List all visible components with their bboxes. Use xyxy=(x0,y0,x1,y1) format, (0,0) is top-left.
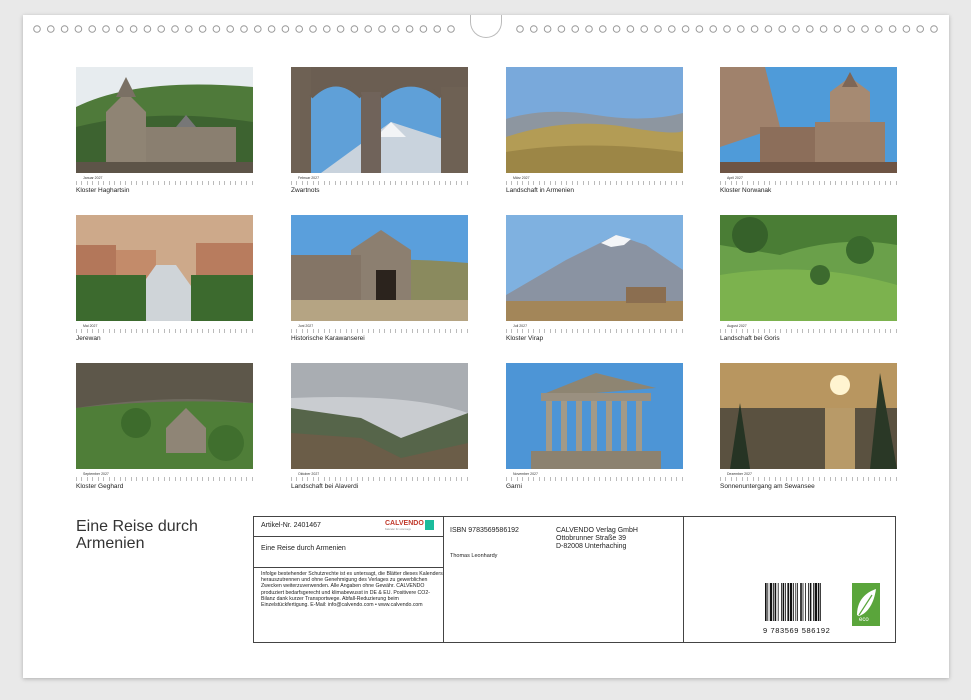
month-label: Dezember 2027 xyxy=(727,472,752,476)
date-strip: Dezember 2027 xyxy=(720,471,897,481)
photo-caption: Jerewan xyxy=(76,335,101,342)
date-strip: Mai 2027 xyxy=(76,323,253,333)
article-number: Artikel-Nr. 2401467 xyxy=(261,522,321,529)
month-photo xyxy=(76,67,253,173)
month-page: September 2027 Kloster Geghard xyxy=(76,363,253,490)
month-page: Mai 2027 Jerewan xyxy=(76,215,253,342)
photo-caption: Garni xyxy=(506,483,522,490)
month-photo xyxy=(76,363,253,469)
day-ticks xyxy=(506,477,683,481)
day-ticks xyxy=(720,329,897,333)
month-page: Juni 2027 Historische Karawanserei xyxy=(291,215,468,342)
photo-caption: Landschaft bei Alaverdi xyxy=(291,483,359,490)
month-photo xyxy=(506,215,683,321)
product-info-box: Artikel-Nr. 2401467 CALVENDO Kalender fü… xyxy=(253,516,896,643)
publisher-city: D-82008 Unterhaching xyxy=(556,543,627,550)
legal-text: Infolge bestehender Schutzrechte ist es … xyxy=(261,571,443,609)
month-page: März 2027 Landschaft in Armenien xyxy=(506,67,683,194)
month-label: April 2027 xyxy=(727,176,743,180)
month-photo xyxy=(76,215,253,321)
day-ticks xyxy=(720,181,897,185)
month-page: April 2027 Kloster Norwanak xyxy=(720,67,897,194)
date-strip: August 2027 xyxy=(720,323,897,333)
month-label: Januar 2027 xyxy=(83,176,103,180)
date-strip: November 2027 xyxy=(506,471,683,481)
date-strip: Juni 2027 xyxy=(291,323,468,333)
author: Thomas Leonhardy xyxy=(450,553,498,559)
month-page: November 2027 Garni xyxy=(506,363,683,490)
eco-badge: eco xyxy=(852,583,880,626)
info-column-left: Artikel-Nr. 2401467 CALVENDO Kalender fü… xyxy=(254,517,444,642)
photo-caption: Kloster Geghard xyxy=(76,483,124,490)
title-line-1: Eine Reise durch xyxy=(76,518,198,535)
month-label: Juli 2027 xyxy=(513,324,528,328)
info-column-middle: ISBN 9783569586192 Thomas Leonhardy CALV… xyxy=(443,517,684,642)
month-photo xyxy=(720,363,897,469)
month-page: Februar 2027 Zwartnots xyxy=(291,67,468,194)
day-ticks xyxy=(76,477,253,481)
date-strip: Januar 2027 xyxy=(76,175,253,185)
month-photo xyxy=(506,67,683,173)
day-ticks xyxy=(291,477,468,481)
day-ticks xyxy=(76,181,253,185)
month-label: September 2027 xyxy=(83,472,109,476)
month-label: Oktober 2027 xyxy=(298,472,320,476)
photo-caption: Kloster Haghartsin xyxy=(76,187,130,194)
month-label: November 2027 xyxy=(513,472,538,476)
calendar-title: Eine Reise durch Armenien xyxy=(76,518,198,552)
day-ticks xyxy=(291,181,468,185)
day-ticks xyxy=(291,329,468,333)
date-strip: April 2027 xyxy=(720,175,897,185)
photo-caption: Landschaft bei Goris xyxy=(720,335,780,342)
date-strip: Februar 2027 xyxy=(291,175,468,185)
day-ticks xyxy=(76,329,253,333)
month-page: Oktober 2027 Landschaft bei Alaverdi xyxy=(291,363,468,490)
barcode-digits: 9 783569 586192 xyxy=(763,626,831,635)
photo-caption: Kloster Norwanak xyxy=(720,187,772,194)
isbn: ISBN 9783569586192 xyxy=(450,527,519,534)
photo-caption: Historische Karawanserei xyxy=(291,335,365,342)
publisher-street: Ottobrunner Straße 39 xyxy=(556,535,627,542)
month-page: Juli 2027 Kloster Virap xyxy=(506,215,683,342)
month-page: August 2027 Landschaft bei Goris xyxy=(720,215,897,342)
photo-caption: Zwartnots xyxy=(291,187,320,194)
month-page: Januar 2027 Kloster Haghartsin xyxy=(76,67,253,194)
month-label: Mai 2027 xyxy=(83,324,98,328)
month-label: Februar 2027 xyxy=(298,176,320,180)
product-title: Eine Reise durch Armenien xyxy=(261,545,346,552)
date-strip: Oktober 2027 xyxy=(291,471,468,481)
month-photo xyxy=(291,215,468,321)
month-photo xyxy=(720,215,897,321)
month-label: März 2027 xyxy=(513,176,530,180)
day-ticks xyxy=(720,477,897,481)
date-strip: März 2027 xyxy=(506,175,683,185)
date-strip: Juli 2027 xyxy=(506,323,683,333)
title-line-2: Armenien xyxy=(76,535,145,552)
month-photo xyxy=(720,67,897,173)
photo-caption: Landschaft in Armenien xyxy=(506,187,574,194)
photo-caption: Kloster Virap xyxy=(506,335,544,342)
publisher-name: CALVENDO Verlag GmbH xyxy=(556,527,638,534)
photo-caption: Sonnenuntergang am Sewansee xyxy=(720,483,815,490)
month-label: August 2027 xyxy=(727,324,747,328)
date-strip: September 2027 xyxy=(76,471,253,481)
month-photo xyxy=(291,363,468,469)
barcode: 9 783569 586192 xyxy=(763,583,835,635)
day-ticks xyxy=(506,329,683,333)
calvendo-logo: CALVENDO Kalender für unterwegs xyxy=(385,520,435,533)
day-ticks xyxy=(506,181,683,185)
month-photo xyxy=(291,67,468,173)
month-label: Juni 2027 xyxy=(298,324,314,328)
month-photo xyxy=(506,363,683,469)
month-page: Dezember 2027 Sonnenuntergang am Sewansee xyxy=(720,363,897,490)
